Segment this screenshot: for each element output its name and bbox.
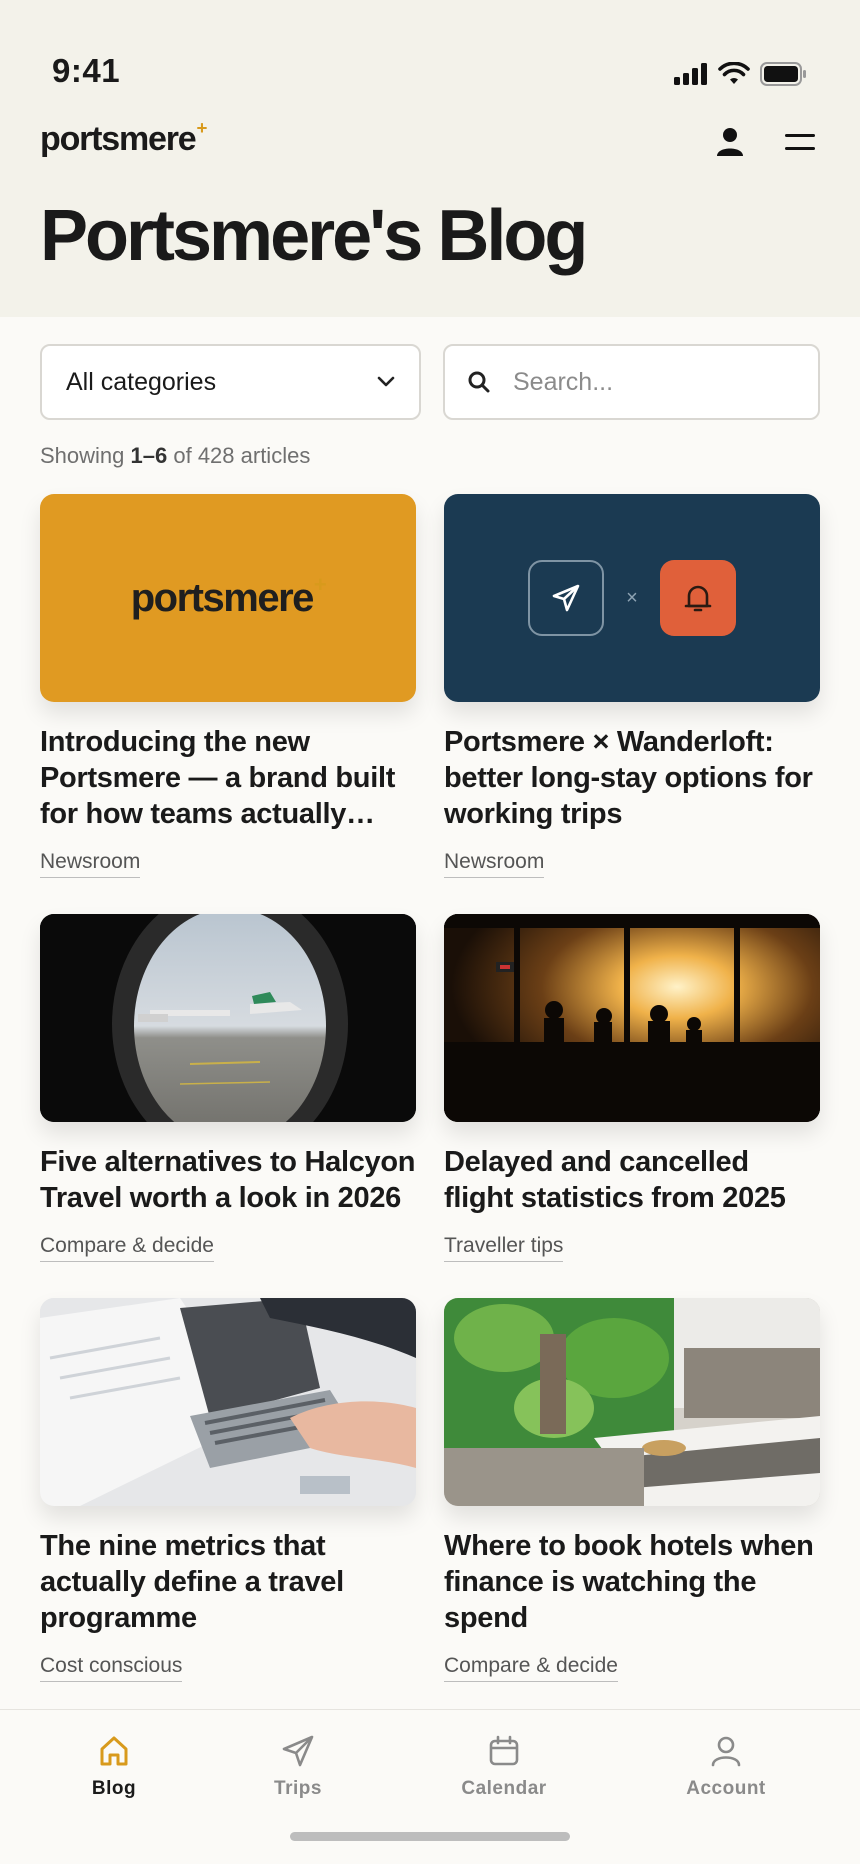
airport-lounge-sunset-photo	[444, 914, 820, 1122]
bell-icon	[684, 585, 712, 612]
search-icon	[468, 371, 490, 393]
article-category-link[interactable]: Newsroom	[444, 850, 545, 878]
article-title: Where to book hotels when finance is wat…	[444, 1530, 814, 1634]
article-card[interactable]: Delayed and cancelled flight statistics …	[444, 914, 820, 1262]
tab-blog[interactable]: Blog	[34, 1734, 194, 1800]
article-category-link[interactable]: Cost conscious	[40, 1654, 183, 1682]
bell-tile	[659, 560, 736, 636]
article-title: Delayed and cancelled flight statistics …	[444, 1146, 786, 1214]
results-count: Showing 1–6 of 428 articles	[40, 443, 311, 468]
article-thumbnail: ×	[444, 494, 820, 702]
article-card[interactable]: Five alternatives to Halcyon Travel wort…	[40, 914, 416, 1262]
signal-icon	[674, 63, 707, 85]
tab-label: Trips	[274, 1778, 322, 1799]
brand-logo[interactable]: portsmere+	[40, 117, 207, 159]
category-select-value: All categories	[66, 367, 217, 396]
article-title: Portsmere × Wanderloft: better long-stay…	[444, 726, 813, 830]
status-icons	[674, 62, 806, 86]
article-category-link[interactable]: Newsroom	[40, 850, 141, 878]
article-category-link[interactable]: Traveller tips	[444, 1234, 564, 1262]
tab-label: Blog	[91, 1778, 137, 1799]
article-category-link[interactable]: Compare & decide	[40, 1234, 214, 1262]
hotel-room-photo	[444, 1298, 820, 1506]
laptop-paperwork-photo	[40, 1298, 416, 1506]
profile-button[interactable]	[710, 122, 750, 162]
partnership-separator: ×	[626, 586, 638, 609]
search-placeholder: Search...	[513, 367, 614, 396]
chevron-down-icon	[377, 376, 395, 387]
article-category-link[interactable]: Compare & decide	[444, 1654, 618, 1682]
article-card[interactable]: portsmere+ Introducing the new Portsmere…	[40, 494, 416, 878]
menu-icon	[785, 134, 815, 150]
tab-trips[interactable]: Trips	[218, 1734, 378, 1800]
article-title: Five alternatives to Halcyon Travel wort…	[40, 1146, 416, 1214]
battery-icon	[760, 62, 806, 86]
tab-label: Account	[686, 1778, 766, 1799]
calendar-icon	[489, 1735, 519, 1766]
filters-bar: All categories Search...	[40, 344, 820, 420]
tab-account[interactable]: Account	[646, 1734, 806, 1800]
article-thumbnail	[444, 1298, 820, 1506]
wifi-icon	[718, 62, 750, 84]
article-thumbnail	[444, 914, 820, 1122]
status-time: 9:41	[52, 52, 121, 89]
article-title: The nine metrics that actually define a …	[40, 1530, 344, 1634]
user-icon	[717, 128, 743, 156]
category-select[interactable]: All categories	[40, 344, 421, 420]
tab-calendar[interactable]: Calendar	[424, 1734, 584, 1800]
brand-logo-image: portsmere+	[130, 571, 327, 620]
paper-plane-icon	[282, 1735, 314, 1767]
article-card[interactable]: The nine metrics that actually define a …	[40, 1298, 416, 1682]
article-card[interactable]: Where to book hotels when finance is wat…	[444, 1298, 820, 1682]
page-title: Portsmere's Blog	[40, 196, 588, 276]
user-icon	[711, 1736, 741, 1767]
article-card[interactable]: × Portsmere × Wanderloft: better long-st…	[444, 494, 820, 878]
article-thumbnail: portsmere+	[40, 494, 416, 702]
home-indicator	[290, 1832, 570, 1841]
paper-plane-icon	[552, 584, 580, 612]
plane-tile	[528, 560, 605, 636]
menu-button[interactable]	[780, 122, 820, 162]
home-icon	[100, 1736, 128, 1766]
airplane-window-photo	[40, 914, 416, 1122]
article-thumbnail	[40, 1298, 416, 1506]
article-thumbnail	[40, 914, 416, 1122]
article-title: Introducing the new Portsmere — a brand …	[40, 726, 396, 830]
search-input[interactable]: Search...	[443, 344, 820, 420]
tab-label: Calendar	[461, 1778, 547, 1799]
